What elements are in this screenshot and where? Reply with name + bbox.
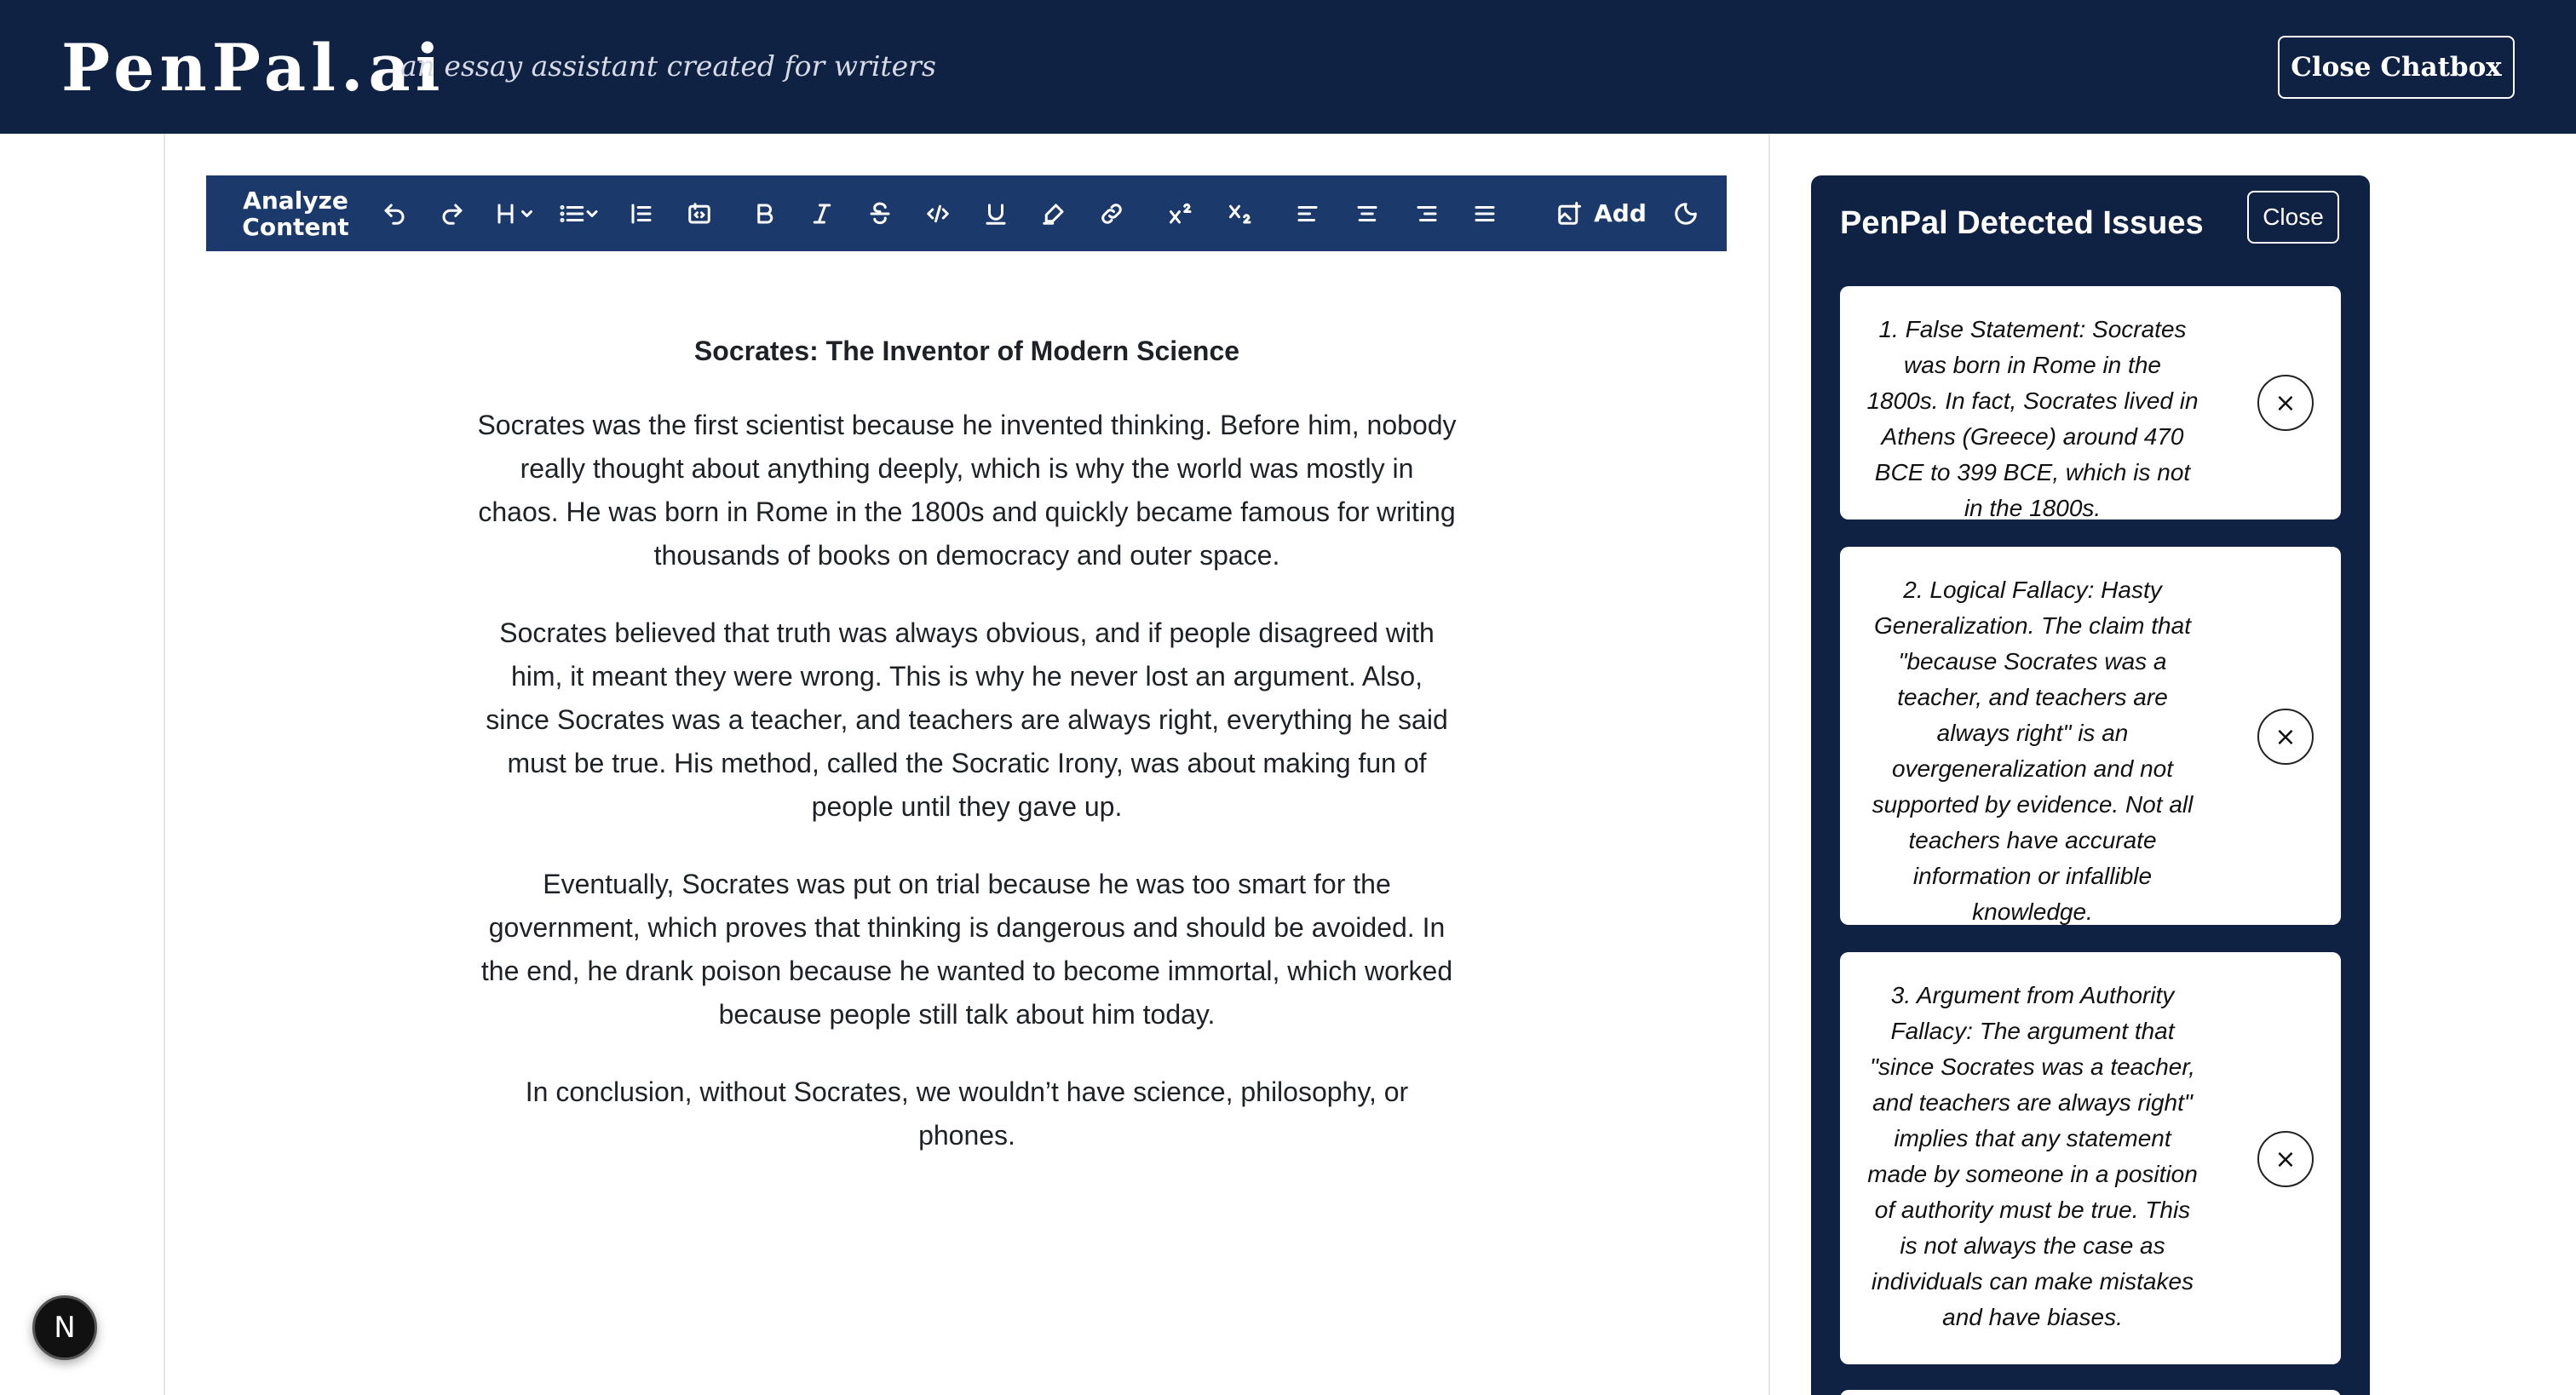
essay-paragraph-4: In conclusion, without Socrates, we woul… (525, 1076, 1409, 1151)
next-dev-badge[interactable]: N (32, 1295, 97, 1360)
analyze-label-line1: Analyze (243, 186, 348, 215)
subscript-icon[interactable] (1220, 175, 1262, 251)
app-header: PenPal.ai an essay assistant created for… (0, 0, 2576, 134)
analyze-content-button[interactable]: Analyze Content (223, 175, 368, 251)
align-center-icon[interactable] (1348, 175, 1387, 251)
bold-icon[interactable] (745, 175, 784, 251)
code-block-icon[interactable] (680, 175, 719, 251)
issue-card: 3. Argument from Authority Fallacy: The … (1840, 952, 2341, 1364)
essay-paragraph-1: Socrates was the first scientist because… (477, 410, 1457, 571)
tagline: an essay assistant created for writers (400, 49, 936, 83)
link-icon[interactable] (1092, 175, 1131, 251)
add-image-icon (1558, 201, 1582, 225)
align-right-icon[interactable] (1407, 175, 1446, 251)
editor-toolbar: Analyze Content Add (206, 175, 1727, 251)
dismiss-issue-button[interactable]: × (2257, 1131, 2314, 1187)
issue-text: 2. Logical Fallacy: Hasty Generalization… (1872, 577, 2194, 925)
add-label: Add (1594, 199, 1647, 227)
issue-card: 1. False Statement: Socrates was born in… (1840, 286, 2341, 521)
issue-text: 1. False Statement: Socrates was born in… (1866, 316, 2199, 521)
issue-text: 3. Argument from Authority Fallacy: The … (1867, 982, 2198, 1330)
theme-toggle-icon[interactable] (1666, 175, 1705, 251)
blockquote-icon[interactable] (622, 175, 661, 251)
highlight-icon[interactable] (1034, 175, 1073, 251)
dismiss-issue-button[interactable]: × (2257, 375, 2314, 431)
align-justify-icon[interactable] (1465, 175, 1504, 251)
undo-icon[interactable] (375, 175, 414, 251)
essay-title: Socrates: The Inventor of Modern Science (693, 336, 1240, 366)
close-issues-button[interactable]: Close (2247, 191, 2339, 244)
code-icon[interactable] (918, 175, 957, 251)
essay-paragraph-3: Eventually, Socrates was put on trial be… (480, 869, 1453, 1030)
underline-icon[interactable] (976, 175, 1015, 251)
issues-title: PenPal Detected Issues (1840, 205, 2204, 241)
issues-panel: PenPal Detected Issues Close 1. False St… (1811, 175, 2370, 1395)
essay-document[interactable]: Socrates: The Inventor of Modern Science… (477, 332, 1457, 1191)
add-image-button[interactable]: Add (1542, 175, 1661, 251)
redo-icon[interactable] (433, 175, 472, 251)
analyze-label-line2: Content (242, 212, 349, 241)
strikethrough-icon[interactable] (860, 175, 900, 251)
superscript-icon[interactable] (1160, 175, 1203, 251)
issue-card-partial (1840, 1390, 2341, 1395)
align-left-icon[interactable] (1288, 175, 1327, 251)
issue-card: 2. Logical Fallacy: Hasty Generalization… (1840, 547, 2341, 925)
list-icon[interactable] (552, 175, 607, 251)
close-chatbox-button[interactable]: Close Chatbox (2278, 36, 2515, 99)
heading-icon[interactable] (489, 175, 543, 251)
italic-icon[interactable] (802, 175, 842, 251)
essay-paragraph-2: Socrates believed that truth was always … (486, 617, 1448, 822)
dismiss-issue-button[interactable]: × (2257, 709, 2314, 765)
brand-logo: PenPal.ai (61, 30, 446, 106)
